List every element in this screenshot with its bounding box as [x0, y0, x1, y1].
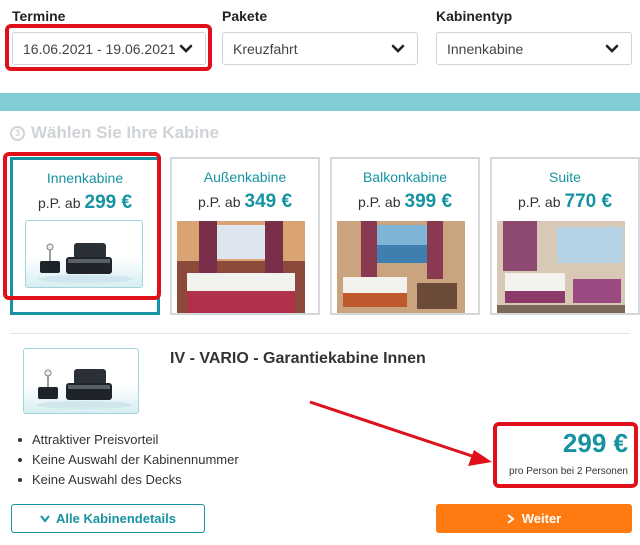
chevron-down-icon: [179, 44, 193, 53]
price-prefix: p.P. ab: [517, 194, 561, 210]
cabin-price: 770 €: [564, 191, 613, 212]
step-title: Wählen Sie Ihre Kabine: [31, 123, 219, 142]
next-button[interactable]: Weiter: [436, 504, 632, 533]
inside-cabin-icon: [25, 220, 143, 288]
cabin-card-innenkabine[interactable]: Innenkabine p.P. ab 299 €: [10, 157, 160, 315]
list-item: Attraktiver Preisvorteil: [18, 430, 239, 450]
cabin-card-suite[interactable]: Suite p.P. ab 770 €: [490, 157, 640, 315]
price-note: pro Person bei 2 Personen: [509, 466, 628, 477]
cabin-photo: [337, 221, 465, 313]
price-prefix: p.P. ab: [37, 195, 81, 211]
cabin-detail-title: IV - VARIO - Garantiekabine Innen: [170, 350, 426, 367]
chevron-down-icon: [605, 44, 619, 53]
inside-cabin-icon: [23, 348, 139, 414]
cabin-photo: [177, 221, 305, 313]
cabin-name: Innenkabine: [46, 170, 124, 186]
pakete-value: Kreuzfahrt: [233, 40, 298, 57]
termine-label: Termine: [12, 8, 66, 24]
button-label: Alle Kabinendetails: [56, 511, 176, 526]
cabin-price: 399 €: [404, 191, 453, 212]
kabinentyp-value: Innenkabine: [447, 40, 524, 57]
cabin-price-line: p.P. ab 349 €: [172, 191, 318, 213]
cabin-name: Außenkabine: [203, 169, 287, 185]
detail-price: 299 €: [562, 428, 628, 458]
cabin-price-line: p.P. ab 299 €: [13, 192, 157, 214]
price-prefix: p.P. ab: [357, 194, 401, 210]
list-item: Keine Auswahl des Decks: [18, 470, 239, 490]
list-item: Keine Auswahl der Kabinennummer: [18, 450, 239, 470]
cabin-photo: [497, 221, 625, 313]
chevron-down-icon: [391, 44, 405, 53]
kabinentyp-select[interactable]: Innenkabine: [436, 32, 632, 65]
cabin-price: 299 €: [84, 192, 133, 213]
step-number: 3: [10, 125, 25, 141]
kabinentyp-label: Kabinentyp: [436, 8, 513, 24]
termine-select[interactable]: 16.06.2021 - 19.06.2021: [12, 32, 206, 65]
all-cabin-details-button[interactable]: Alle Kabinendetails: [11, 504, 205, 533]
chevron-right-icon: [507, 513, 514, 524]
cabin-name: Suite: [549, 169, 581, 185]
feature-list: Attraktiver Preisvorteil Keine Auswahl d…: [18, 430, 239, 490]
cabin-price: 349 €: [244, 191, 293, 212]
chevron-down-icon: [40, 514, 50, 523]
button-label: Weiter: [521, 511, 562, 526]
cabin-card-balkonkabine[interactable]: Balkonkabine p.P. ab 399 €: [330, 157, 480, 315]
cabin-card-aussenkabine[interactable]: Außenkabine p.P. ab 349 €: [170, 157, 320, 315]
pakete-select[interactable]: Kreuzfahrt: [222, 32, 418, 65]
filter-bar: Termine 16.06.2021 - 19.06.2021 Pakete K…: [0, 0, 640, 92]
termine-value: 16.06.2021 - 19.06.2021: [23, 40, 176, 57]
section-band: [0, 93, 640, 111]
pakete-label: Pakete: [222, 8, 268, 24]
step-heading: 3 Wählen Sie Ihre Kabine: [10, 123, 219, 143]
section-divider: [10, 333, 630, 334]
cabin-name: Balkonkabine: [362, 169, 448, 185]
cabin-price-line: p.P. ab 399 €: [332, 191, 478, 213]
cabin-price-line: p.P. ab 770 €: [492, 191, 638, 213]
price-prefix: p.P. ab: [197, 194, 241, 210]
